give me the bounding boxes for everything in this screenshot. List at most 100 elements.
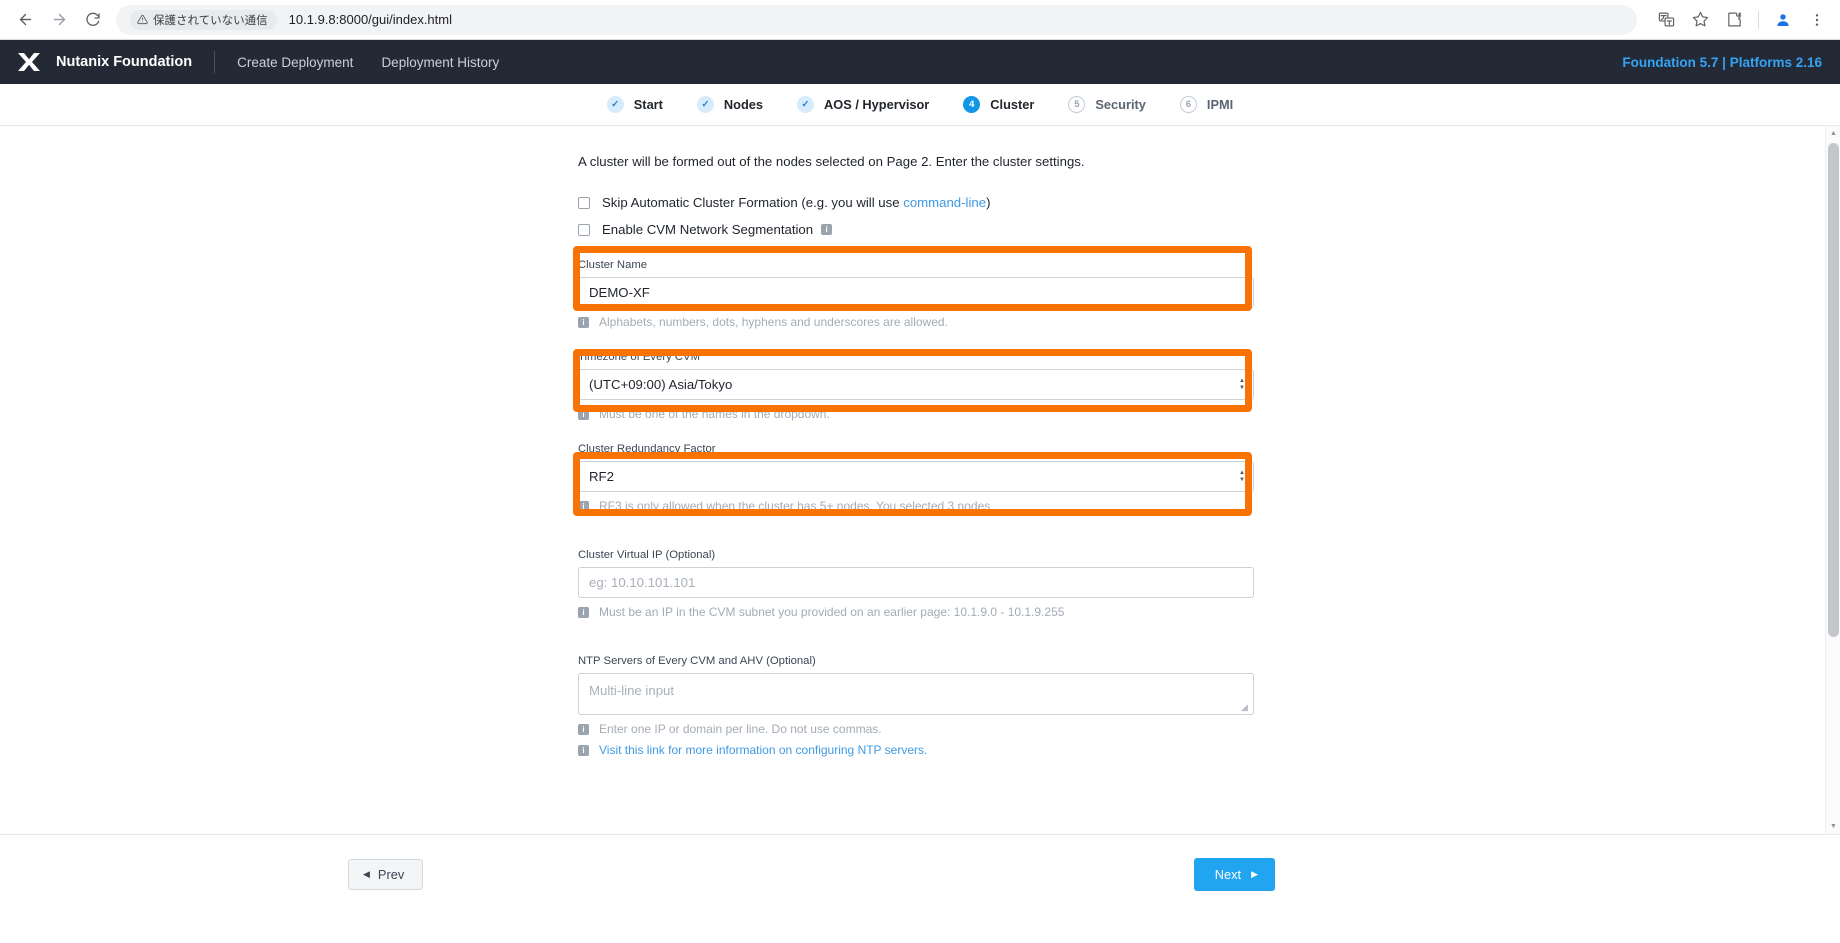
cvm-network-segmentation-row[interactable]: Enable CVM Network Segmentation i xyxy=(578,222,1254,237)
cvm-network-segmentation-checkbox[interactable] xyxy=(578,223,590,236)
step-label: Nodes xyxy=(723,97,764,112)
step-ipmi[interactable]: 6 IPMI xyxy=(1179,96,1234,113)
skip-cluster-formation-checkbox[interactable] xyxy=(578,196,590,209)
cluster-name-label: Cluster Name xyxy=(578,259,648,271)
skip-cluster-formation-row[interactable]: Skip Automatic Cluster Formation (e.g. y… xyxy=(578,195,1254,210)
helper-text: RF3 is only allowed when the cluster has… xyxy=(599,499,994,513)
chevron-right-icon: ▶ xyxy=(1251,869,1258,879)
helper-text: Alphabets, numbers, dots, hyphens and un… xyxy=(599,315,948,329)
reload-button[interactable] xyxy=(76,3,110,37)
cluster-form: A cluster will be formed out of the node… xyxy=(578,154,1254,757)
cluster-virtual-ip-input[interactable]: eg: 10.10.101.101 xyxy=(578,567,1254,598)
skip-text-after: ) xyxy=(986,195,991,210)
ntp-servers-textarea[interactable]: Multi-line input ◢ xyxy=(578,673,1254,715)
cvm-network-segmentation-label: Enable CVM Network Segmentation xyxy=(602,222,814,237)
timezone-select-wrap[interactable]: (UTC+09:00) Asia/Tokyo ▲ ▼ xyxy=(578,369,1254,400)
step-start[interactable]: ✓ Start xyxy=(606,96,663,113)
security-label: 保護されていない通信 xyxy=(153,14,268,27)
back-button[interactable] xyxy=(8,3,42,37)
translate-icon[interactable] xyxy=(1651,5,1681,35)
cluster-name-input[interactable]: DEMO-XF xyxy=(578,277,1254,308)
cluster-virtual-ip-label: Cluster Virtual IP (Optional) xyxy=(578,549,716,561)
command-line-link[interactable]: command-line xyxy=(903,195,986,210)
chevron-updown-icon: ▲ ▼ xyxy=(1239,469,1245,483)
step-security[interactable]: 5 Security xyxy=(1068,96,1146,113)
redundancy-factor-helper: i RF3 is only allowed when the cluster h… xyxy=(578,499,1254,513)
info-icon: i xyxy=(578,745,589,756)
content-area: A cluster will be formed out of the node… xyxy=(0,126,1840,834)
nutanix-x-logo-icon xyxy=(12,45,46,79)
cluster-virtual-ip-group: Cluster Virtual IP (Optional) eg: 10.10.… xyxy=(578,549,1254,619)
next-button-label: Next xyxy=(1214,867,1242,882)
ntp-servers-group: NTP Servers of Every CVM and AHV (Option… xyxy=(578,655,1254,757)
skip-cluster-formation-label: Skip Automatic Cluster Formation (e.g. y… xyxy=(602,195,990,210)
browser-actions xyxy=(1647,5,1832,35)
ntp-servers-helper: i Enter one IP or domain per line. Do no… xyxy=(578,722,1254,736)
helper-text: Enter one IP or domain per line. Do not … xyxy=(599,722,882,736)
scroll-up-arrow-icon[interactable]: ▲ xyxy=(1826,126,1840,141)
version-label: Foundation 5.7 | Platforms 2.16 xyxy=(1622,54,1822,70)
redundancy-factor-select[interactable]: RF2 xyxy=(578,461,1254,492)
info-icon: i xyxy=(578,501,589,512)
cluster-name-helper: i Alphabets, numbers, dots, hyphens and … xyxy=(578,315,1254,329)
timezone-label: Timezone of Every CVM xyxy=(578,351,700,363)
step-badge: 4 xyxy=(963,96,981,113)
toolbar-divider xyxy=(1758,10,1759,29)
intro-text: A cluster will be formed out of the node… xyxy=(578,154,1085,169)
step-label: IPMI xyxy=(1206,97,1234,112)
puzzle-piece-icon[interactable] xyxy=(1719,5,1749,35)
star-icon[interactable] xyxy=(1685,5,1715,35)
address-bar[interactable]: 保護されていない通信 10.1.9.8:8000/gui/index.html xyxy=(116,4,1637,35)
prev-button-label: Prev xyxy=(377,867,405,882)
ntp-servers-label: NTP Servers of Every CVM and AHV (Option… xyxy=(578,655,816,667)
prev-button[interactable]: ◀ Prev xyxy=(348,859,424,890)
cluster-name-group: Cluster Name DEMO-XF i Alphabets, number… xyxy=(578,259,1254,329)
step-badge: ✓ xyxy=(696,96,714,113)
info-icon[interactable]: i xyxy=(821,224,833,235)
ntp-placeholder: Multi-line input xyxy=(589,683,675,698)
profile-avatar-icon[interactable] xyxy=(1768,5,1798,35)
chevron-updown-icon: ▲ ▼ xyxy=(1239,377,1245,391)
chevron-left-icon: ◀ xyxy=(363,869,370,879)
header-divider xyxy=(214,51,216,73)
info-icon: i xyxy=(578,317,589,328)
nav-deployment-history[interactable]: Deployment History xyxy=(381,55,499,70)
nav-create-deployment[interactable]: Create Deployment xyxy=(237,55,353,70)
step-cluster[interactable]: 4 Cluster xyxy=(963,96,1034,113)
step-badge: 6 xyxy=(1179,96,1197,113)
next-button[interactable]: Next ▶ xyxy=(1193,858,1275,891)
helper-text: Must be one of the names in the dropdown… xyxy=(599,407,830,421)
step-badge: 5 xyxy=(1068,96,1086,113)
scroll-down-arrow-icon[interactable]: ▼ xyxy=(1826,819,1840,834)
step-label: Security xyxy=(1095,97,1146,112)
scrollbar-thumb[interactable] xyxy=(1828,143,1839,637)
step-label: Start xyxy=(633,97,663,112)
redundancy-factor-group: Cluster Redundancy Factor RF2 ▲ ▼ i RF3 i… xyxy=(578,443,1254,513)
app-header: Nutanix Foundation Create Deployment Dep… xyxy=(0,40,1840,84)
warning-triangle-icon xyxy=(137,14,148,25)
redundancy-select-wrap[interactable]: RF2 ▲ ▼ xyxy=(578,461,1254,492)
content-scrollbar[interactable]: ▲ ▼ xyxy=(1825,126,1840,834)
step-badge: ✓ xyxy=(797,96,815,113)
skip-text-before: Skip Automatic Cluster Formation (e.g. y… xyxy=(602,195,904,210)
ntp-info-link[interactable]: Visit this link for more information on … xyxy=(599,743,927,757)
forward-button[interactable] xyxy=(42,3,76,37)
wizard-stepper: ✓ Start ✓ Nodes ✓ AOS / Hypervisor 4 Clu… xyxy=(0,84,1840,126)
step-label: AOS / Hypervisor xyxy=(824,97,930,112)
resize-grip-icon[interactable]: ◢ xyxy=(1241,703,1251,713)
app-title: Nutanix Foundation xyxy=(56,54,193,70)
cluster-virtual-ip-helper: i Must be an IP in the CVM subnet you pr… xyxy=(578,605,1254,619)
timezone-helper: i Must be one of the names in the dropdo… xyxy=(578,407,1254,421)
step-badge: ✓ xyxy=(606,96,624,113)
step-label: Cluster xyxy=(990,97,1035,112)
step-aos-hypervisor[interactable]: ✓ AOS / Hypervisor xyxy=(797,96,929,113)
url-text: 10.1.9.8:8000/gui/index.html xyxy=(288,12,452,27)
timezone-select[interactable]: (UTC+09:00) Asia/Tokyo xyxy=(578,369,1254,400)
three-dot-menu-icon[interactable] xyxy=(1802,5,1832,35)
security-indicator[interactable]: 保護されていない通信 xyxy=(130,9,277,30)
info-icon: i xyxy=(578,409,589,420)
step-nodes[interactable]: ✓ Nodes xyxy=(696,96,764,113)
form-scroll-region[interactable]: A cluster will be formed out of the node… xyxy=(0,126,1840,834)
